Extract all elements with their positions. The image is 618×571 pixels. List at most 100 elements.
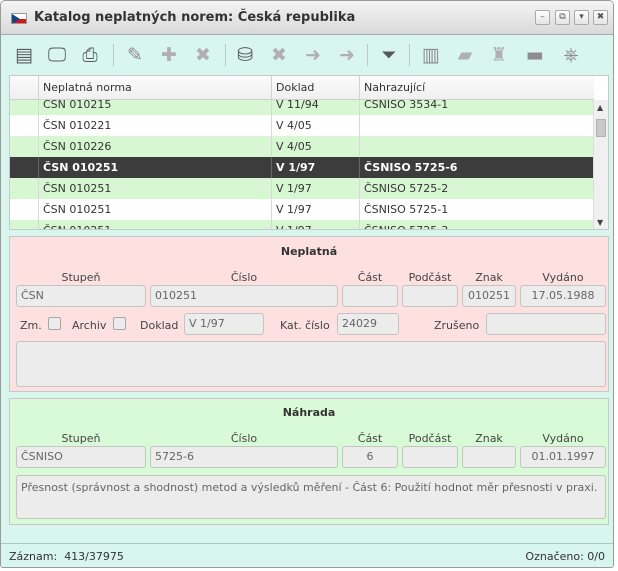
popout-button[interactable]: ⧉ — [555, 10, 570, 25]
nahrada-podcast-field[interactable] — [402, 446, 458, 468]
cast-field[interactable] — [342, 285, 398, 307]
cell-norma: ČSN 010251 — [38, 199, 271, 220]
column-header-norma[interactable]: Neplatná norma — [38, 76, 271, 100]
plus-icon[interactable]: ✚ — [155, 42, 183, 68]
minimize-button[interactable]: – — [535, 10, 550, 25]
table-row-selected[interactable]: ČSN 010251 V 1/97 ČSNISO 5725-6 — [10, 157, 594, 178]
archiv-checkbox[interactable] — [113, 317, 126, 330]
table-scrollbar[interactable]: ▲ ▼ — [593, 100, 608, 229]
neplatna-note-field[interactable] — [16, 341, 606, 387]
status-bar: Záznam: 413/37975 Označeno: 0/0 — [1, 543, 613, 567]
nahrada-znak-field[interactable] — [462, 446, 516, 468]
catalog-window: Katalog neplatných norem: Česká republik… — [0, 0, 614, 568]
stamp-icon[interactable]: ♜ — [485, 42, 513, 68]
nahrada-description-field[interactable]: Přesnost (správnost a shodnost) metod a … — [16, 475, 606, 519]
label-znak: Znak — [475, 432, 503, 445]
cell-doklad: V 11/94 — [271, 100, 359, 115]
binoculars-off-icon[interactable]: ✖ — [265, 42, 293, 68]
label-cast: Část — [357, 271, 383, 284]
label-vydano: Vydáno — [542, 432, 584, 445]
pdf-icon[interactable]: ⎈ — [557, 42, 585, 68]
toolbar-separator — [367, 44, 368, 66]
toolbar: ▤ 🖵 ⎙ ✎ ✚ ✖ ⛁ ✖ ➜ ➜ ⏷ ▥ ▰ ♜ ▬ ⎈ — [1, 36, 613, 74]
doklad-field[interactable]: V 1/97 — [184, 313, 264, 335]
window-title: Katalog neplatných norem: Česká republik… — [34, 10, 356, 25]
printer-icon[interactable]: ⎙ — [76, 42, 104, 68]
table-row[interactable]: ČSN 010226 V 4/05 — [10, 136, 594, 157]
label-zm: Zm. — [20, 319, 42, 332]
table-row[interactable]: ČSN 010215 V 11/94 ČSNISO 3534-1 — [10, 100, 594, 115]
cell-norma: ČSN 010221 — [38, 115, 271, 136]
scroll-up-icon[interactable]: ▲ — [597, 103, 603, 112]
cell-norma: ČSN 010226 — [38, 136, 271, 157]
label-kat-cislo: Kat. číslo — [280, 319, 330, 332]
dropdown-button[interactable]: ▾ — [574, 10, 589, 25]
binoculars-icon[interactable]: ⛁ — [231, 42, 259, 68]
label-doklad: Doklad — [140, 319, 179, 332]
cell-nahrazujici: ČSNISO 5725-6 — [359, 157, 594, 178]
cell-nahrazujici: ČSNISO 5725-3 — [359, 220, 594, 229]
norms-table: Neplatná norma Doklad Nahrazující ČSN 01… — [9, 75, 609, 230]
nahrada-panel: Náhrada Stupeň Číslo Část Podčást Znak V… — [9, 398, 609, 525]
marked-count: Označeno: 0/0 — [525, 550, 605, 563]
table-row[interactable]: ČSN 010251 V 1/97 ČSNISO 5725-3 — [10, 220, 594, 229]
label-cast: Část — [357, 432, 383, 445]
cell-doklad: V 1/97 — [271, 220, 359, 229]
znak-field[interactable]: 010251 — [462, 285, 516, 307]
cell-doklad: V 1/97 — [271, 157, 359, 178]
label-podcast: Podčást — [408, 432, 452, 445]
cell-doklad: V 4/05 — [271, 115, 359, 136]
record-label: Záznam: — [9, 550, 58, 563]
nahrada-vydano-field[interactable]: 01.01.1997 — [520, 446, 606, 468]
monitor-icon[interactable]: 🖵 — [43, 42, 71, 68]
scroll-down-icon[interactable]: ▼ — [597, 218, 603, 227]
label-zruseno: Zrušeno — [434, 319, 480, 332]
eraser-icon[interactable]: ▰ — [451, 42, 479, 68]
label-znak: Znak — [475, 271, 503, 284]
row-indicator-header — [10, 76, 38, 100]
table-row[interactable]: ČSN 010251 V 1/97 ČSNISO 5725-2 — [10, 178, 594, 199]
cell-nahrazujici — [359, 115, 594, 136]
file-cabinet-icon[interactable]: ▥ — [417, 42, 445, 68]
toolbar-separator — [113, 44, 114, 66]
title-bar[interactable]: Katalog neplatných norem: Česká republik… — [1, 1, 613, 35]
cell-nahrazujici — [359, 136, 594, 157]
cell-nahrazujici: ČSNISO 5725-1 — [359, 199, 594, 220]
folder-icon[interactable]: ▬ — [521, 42, 549, 68]
window-icon[interactable]: ▤ — [10, 42, 38, 68]
record-indicator: Záznam: 413/37975 — [9, 550, 124, 563]
column-header-nahrazujici[interactable]: Nahrazující — [359, 76, 594, 100]
label-stupen: Stupeň — [61, 271, 101, 284]
stupen-field[interactable]: ČSN — [16, 285, 146, 307]
zruseno-field[interactable] — [486, 313, 606, 335]
cell-norma: ČSN 010215 — [38, 100, 271, 115]
table-row[interactable]: ČSN 010251 V 1/97 ČSNISO 5725-1 — [10, 199, 594, 220]
cell-doklad: V 1/97 — [271, 199, 359, 220]
cislo-field[interactable]: 010251 — [150, 285, 338, 307]
kat-cislo-field[interactable]: 24029 — [337, 313, 399, 335]
nahrada-cast-field[interactable]: 6 — [342, 446, 398, 468]
scroll-thumb[interactable] — [596, 119, 606, 137]
toolbar-separator — [409, 44, 410, 66]
delete-icon[interactable]: ✖ — [189, 42, 217, 68]
close-button[interactable]: ✖ — [593, 10, 608, 25]
pencil-icon[interactable]: ✎ — [121, 42, 149, 68]
zm-checkbox[interactable] — [48, 317, 61, 330]
podcast-field[interactable] — [402, 285, 458, 307]
nahrada-cislo-field[interactable]: 5725-6 — [150, 446, 338, 468]
cell-doklad: V 1/97 — [271, 178, 359, 199]
nahrada-stupen-field[interactable]: ČSNISO — [16, 446, 146, 468]
arrow-right-icon[interactable]: ➜ — [333, 42, 361, 68]
nahrada-title: Náhrada — [282, 406, 336, 419]
table-row[interactable]: ČSN 010221 V 4/05 — [10, 115, 594, 136]
toolbar-separator — [225, 44, 226, 66]
arrow-left-icon[interactable]: ➜ — [299, 42, 327, 68]
column-header-doklad[interactable]: Doklad — [271, 76, 359, 100]
cell-nahrazujici: ČSNISO 3534-1 — [359, 100, 594, 115]
table-body: ČSN 010215 V 11/94 ČSNISO 3534-1 ČSN 010… — [10, 100, 594, 229]
neplatna-title: Neplatná — [280, 245, 338, 258]
neplatna-panel: Neplatná Stupeň Číslo Část Podčást Znak … — [9, 236, 609, 392]
cell-norma: ČSN 010251 — [38, 178, 271, 199]
filter-icon[interactable]: ⏷ — [375, 42, 403, 68]
vydano-field[interactable]: 17.05.1988 — [520, 285, 606, 307]
